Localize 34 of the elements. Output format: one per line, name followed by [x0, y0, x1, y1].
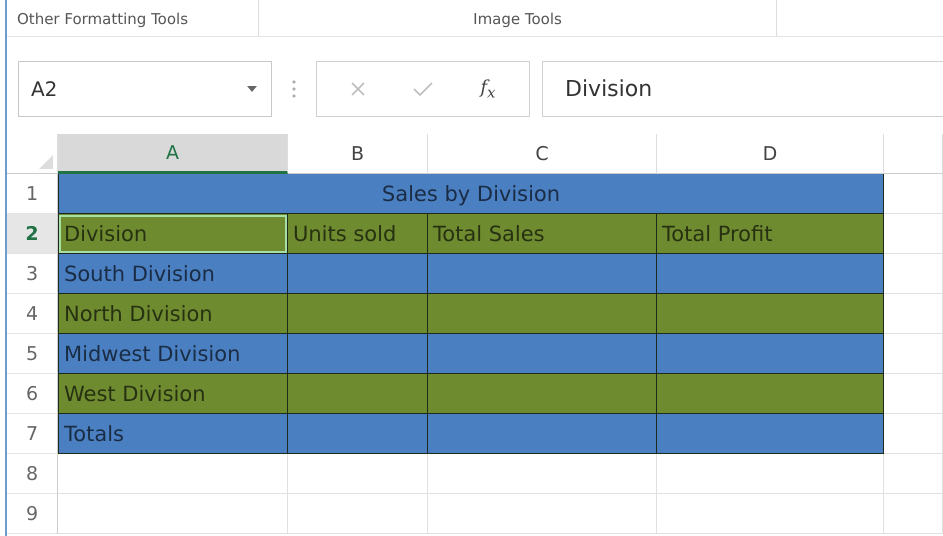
table-cell: Total Sales [428, 214, 657, 254]
table-cell: Midwest Division [58, 334, 288, 374]
table-cell [884, 174, 943, 214]
table-cell [884, 334, 943, 374]
ribbon-group-label: Other Formatting Tools [17, 10, 188, 28]
table-cell [884, 374, 943, 414]
table-cell: Units sold [288, 214, 428, 254]
table-cell: West Division [58, 374, 288, 414]
table-cell [884, 454, 943, 494]
cancel-icon[interactable] [350, 81, 366, 97]
table-cell [884, 294, 943, 334]
table-cell [884, 214, 943, 254]
select-all-icon[interactable] [39, 155, 53, 169]
row-header[interactable]: 8 [7, 454, 58, 494]
insert-function-button[interactable]: f$_{x}$ [480, 76, 496, 102]
table-cell: South Division [58, 254, 288, 294]
name-box[interactable]: A2 [18, 61, 272, 117]
dropdown-caret-icon[interactable] [247, 86, 257, 92]
row-header[interactable]: 9 [7, 494, 58, 534]
row-header[interactable]: 2 [7, 214, 58, 254]
ribbon-group-label: Image Tools [473, 10, 562, 28]
column-header[interactable] [884, 134, 943, 174]
table-cell [884, 494, 943, 534]
table-cell: Sales by Division [58, 174, 884, 214]
grip-dots-icon[interactable] [292, 79, 296, 99]
table-cell [884, 254, 943, 294]
table-cell [884, 414, 943, 454]
column-header[interactable]: A [58, 134, 288, 174]
formula-field[interactable]: Division [542, 61, 943, 117]
table-cell: Total Profit [657, 214, 884, 254]
table-cell: Totals [58, 414, 288, 454]
check-icon[interactable] [413, 81, 434, 97]
table-cell: North Division [58, 294, 288, 334]
table-cell: Division [58, 214, 288, 254]
